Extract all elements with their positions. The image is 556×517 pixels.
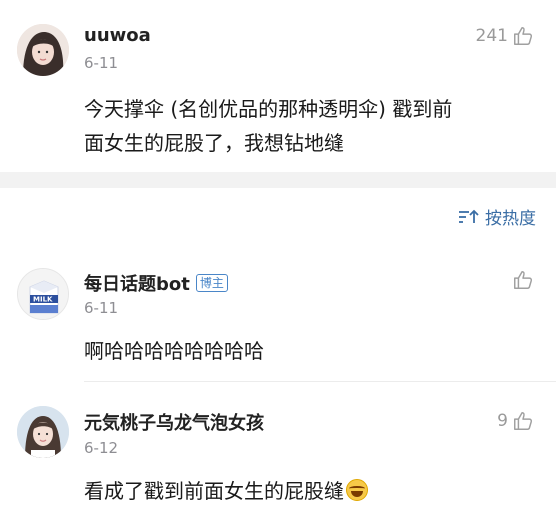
comment-date: 6-11 [84, 299, 119, 317]
commenter-username[interactable]: 元気桃子乌龙气泡女孩 [84, 409, 264, 435]
post-text-line: 面女生的屁股了，我想钻地缝 [84, 131, 344, 155]
comment-like-button[interactable]: 9 [497, 410, 534, 432]
comment-content: 看成了戳到前面女生的屁股缝 [84, 474, 368, 508]
user-avatar-icon [17, 24, 69, 76]
section-divider [0, 172, 556, 188]
like-count: 241 [475, 26, 508, 46]
commenter-name[interactable]: 每日话题bot 博主 [84, 270, 228, 296]
commenter-avatar[interactable] [17, 406, 69, 458]
author-badge: 博主 [195, 274, 228, 292]
comment-date: 6-12 [84, 439, 119, 457]
svg-text:MILK: MILK [33, 296, 53, 304]
user-avatar[interactable] [17, 24, 69, 76]
post-username[interactable]: uuwoa [84, 25, 151, 46]
commenter-username: 每日话题bot [84, 274, 190, 295]
comment-like-button[interactable] [512, 269, 534, 291]
post-text-line: 今天撑伞 (名创优品的那种透明伞) 戳到前 [84, 97, 453, 121]
post-like-button[interactable]: 241 [476, 25, 534, 47]
thumbs-up-icon [514, 271, 533, 289]
comment-content: 啊哈哈哈哈哈哈哈哈 [84, 339, 264, 363]
thumbs-up-icon [514, 27, 533, 45]
sort-icon [459, 209, 479, 223]
thumbs-up-icon [514, 412, 533, 430]
like-count: 9 [497, 411, 508, 431]
comment-divider [84, 381, 556, 382]
milk-carton-avatar-icon: MILK [18, 269, 68, 319]
sort-label: 按热度 [485, 209, 536, 229]
sort-by-hot-button[interactable]: 按热度 [457, 204, 536, 229]
post-content: 今天撑伞 (名创优品的那种透明伞) 戳到前 面女生的屁股了，我想钻地缝 [84, 92, 534, 160]
laughing-crying-emoji-icon [346, 479, 368, 501]
comment-text: 看成了戳到前面女生的屁股缝 [84, 479, 344, 503]
post-date: 6-11 [84, 54, 119, 72]
commenter-avatar[interactable]: MILK [17, 268, 69, 320]
user-avatar-icon [17, 406, 69, 458]
